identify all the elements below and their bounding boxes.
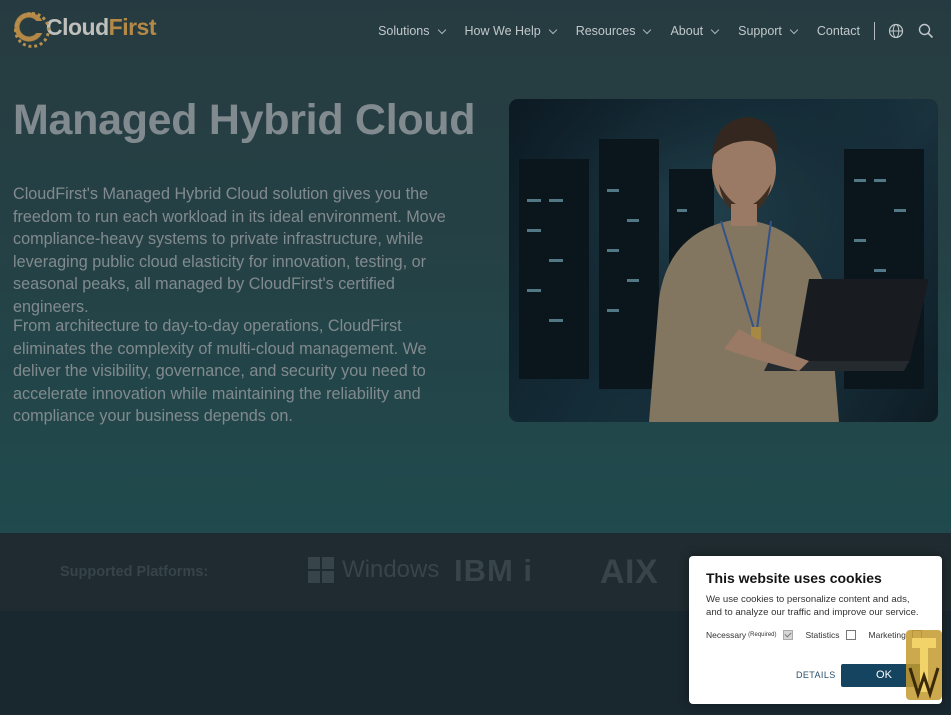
nav-label: About <box>670 24 704 38</box>
nav-divider <box>874 22 875 40</box>
nav-label: Support <box>738 24 782 38</box>
hero-image-engineer-datacenter <box>509 99 938 422</box>
nav-label: Resources <box>575 24 636 38</box>
cloudfirst-logo[interactable]: CloudFirst <box>13 11 157 48</box>
logo-mark-icon <box>13 11 50 48</box>
nav-resources[interactable]: Resources <box>575 24 652 38</box>
nav-how-we-help[interactable]: How We Help <box>464 24 557 38</box>
option-note: (Required) <box>748 632 777 638</box>
chevron-down-icon <box>437 25 446 34</box>
logo-text-main: Cloud <box>46 13 109 40</box>
globe-icon[interactable] <box>887 22 905 40</box>
statistics-checkbox[interactable] <box>845 630 856 640</box>
hero-paragraph-2: From architecture to day-to-day operatio… <box>13 317 427 426</box>
hero-paragraph-1: CloudFirst's Managed Hybrid Cloud soluti… <box>13 185 446 316</box>
option-label: Necessary <box>706 630 747 640</box>
page-title: Managed Hybrid Cloud <box>13 96 476 144</box>
search-icon[interactable] <box>917 22 935 40</box>
site-header: CloudFirst Solutions How We Help Resourc… <box>0 0 951 62</box>
site-watermark-logo <box>900 628 948 710</box>
platform-windows-label: Windows <box>342 556 440 583</box>
cookie-option-necessary: Necessary (Required) <box>706 630 793 640</box>
cookie-option-statistics: Statistics <box>806 630 856 640</box>
chevron-down-icon <box>789 25 799 34</box>
nav-label: Solutions <box>378 24 430 38</box>
nav-label: Contact <box>816 24 860 38</box>
nav-label: How We Help <box>464 24 541 38</box>
cookie-details-button[interactable]: DETAILS <box>796 670 836 680</box>
nav-contact[interactable]: Contact <box>817 24 860 38</box>
cookie-description: We use cookies to personalize content an… <box>706 594 919 618</box>
nav-solutions[interactable]: Solutions <box>378 24 446 38</box>
necessary-checkbox <box>782 630 793 640</box>
option-label: Statistics <box>805 630 840 640</box>
nav-support[interactable]: Support <box>738 24 799 38</box>
chevron-down-icon <box>710 25 720 34</box>
platform-aix: AIX <box>600 553 659 591</box>
cookie-title: This website uses cookies <box>706 570 882 586</box>
chevron-down-icon <box>548 25 557 34</box>
platform-ibm-i: IBM i <box>454 553 534 588</box>
windows-logo-icon <box>308 557 334 583</box>
nav-about[interactable]: About <box>670 24 720 38</box>
platforms-label: Supported Platforms: <box>60 564 209 580</box>
logo-text: CloudFirst <box>46 13 157 41</box>
main-nav: Solutions How We Help Resources About Su… <box>358 22 935 40</box>
chevron-down-icon <box>643 25 652 34</box>
logo-text-accent: First <box>108 13 157 40</box>
platform-windows: Windows <box>308 556 439 584</box>
